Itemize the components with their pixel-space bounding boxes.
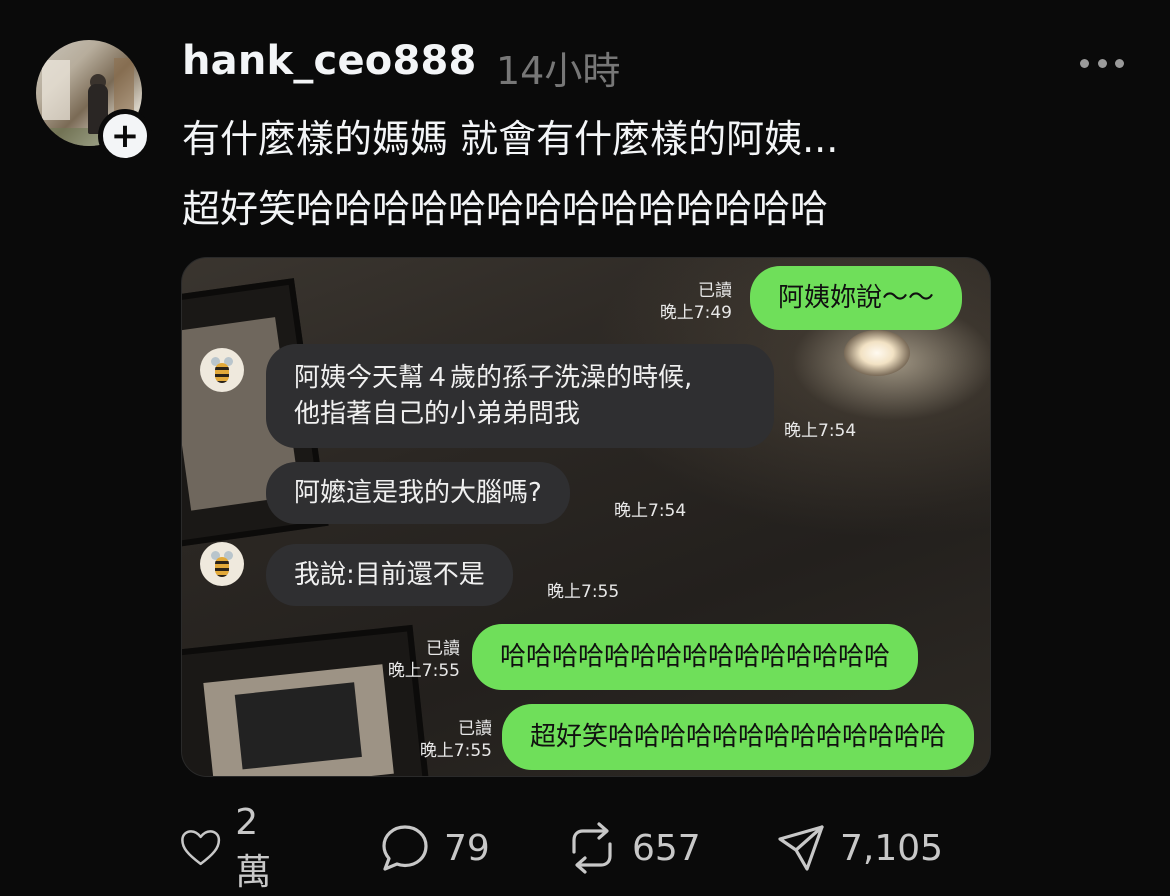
chat-bubble-incoming: 我說:目前還不是	[266, 544, 513, 606]
heart-icon	[181, 830, 221, 866]
more-dots-icon[interactable]	[1080, 58, 1124, 68]
comment-button[interactable]: 79	[380, 822, 490, 874]
thread-post: + hank_ceo888 14小時 有什麼樣的媽媽 就會有什麼樣的阿姨... …	[0, 0, 1170, 896]
repost-button[interactable]: 657	[566, 822, 701, 874]
post-text-line-2: 超好笑哈哈哈哈哈哈哈哈哈哈哈哈哈哈	[182, 187, 829, 231]
post-text-line-1: 有什麼樣的媽媽 就會有什麼樣的阿姨...	[182, 117, 839, 161]
chat-contact-avatar	[200, 542, 244, 586]
like-button[interactable]: 2萬	[180, 802, 282, 893]
chat-bubble-outgoing: 阿姨妳說～～	[750, 266, 963, 330]
comment-bubble-icon	[382, 825, 428, 871]
message-time: 晚上7:55	[547, 582, 620, 602]
bee-icon	[211, 551, 233, 577]
comment-count: 79	[444, 827, 490, 869]
chat-bubble-incoming: 阿嬤這是我的大腦嗎?	[266, 462, 570, 524]
chat-contact-avatar	[200, 348, 244, 392]
message-meta: 已讀 晚上7:55	[360, 638, 460, 682]
send-icon	[778, 825, 824, 871]
username[interactable]: hank_ceo888	[182, 38, 477, 84]
message-time: 晚上7:55	[387, 661, 460, 681]
bee-icon	[211, 357, 233, 383]
like-count: 2萬	[235, 801, 272, 893]
share-button[interactable]: 7,105	[776, 822, 943, 874]
message-meta: 已讀 晚上7:49	[632, 280, 732, 324]
message-meta: 已讀 晚上7:55	[392, 718, 492, 762]
message-time: 晚上7:54	[784, 421, 857, 441]
attached-chat-screenshot[interactable]: 已讀 晚上7:49 阿姨妳說～～ 阿姨今天幫４歲的孫子洗澡的時候, 他指著自己的…	[181, 257, 991, 777]
chat-bubble-outgoing: 超好笑哈哈哈哈哈哈哈哈哈哈哈哈哈	[502, 704, 975, 770]
follow-plus-button[interactable]: +	[98, 109, 152, 163]
message-time: 晚上7:49	[659, 303, 732, 323]
chat-bubble-outgoing: 哈哈哈哈哈哈哈哈哈哈哈哈哈哈哈	[472, 624, 919, 690]
post-timestamp: 14小時	[496, 49, 621, 93]
read-receipt: 已讀	[698, 281, 732, 301]
chat-bubble-incoming: 阿姨今天幫４歲的孫子洗澡的時候, 他指著自己的小弟弟問我	[266, 344, 774, 448]
repost-icon	[572, 822, 612, 874]
share-count: 7,105	[840, 827, 944, 869]
read-receipt: 已讀	[426, 639, 460, 659]
read-receipt: 已讀	[458, 719, 492, 739]
repost-count: 657	[632, 827, 701, 869]
message-time: 晚上7:55	[419, 741, 492, 761]
message-time: 晚上7:54	[614, 501, 687, 521]
ceiling-lamp	[844, 330, 910, 376]
